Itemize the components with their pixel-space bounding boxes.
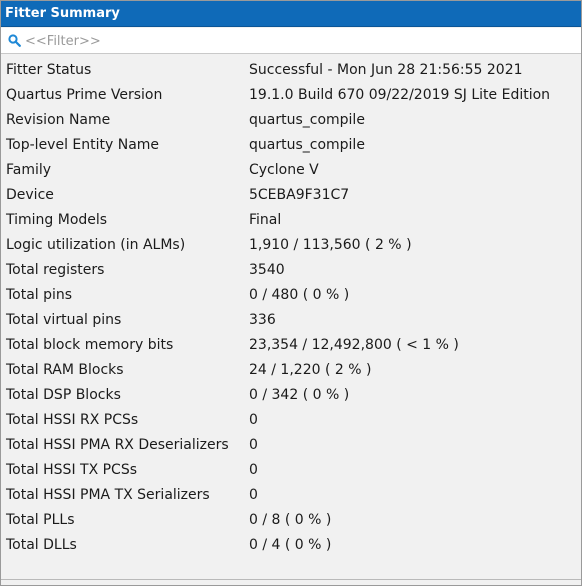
row-label: Total DLLs bbox=[6, 537, 77, 553]
row-value: 0 / 480 ( 0 % ) bbox=[249, 287, 350, 303]
table-row: Revision Name quartus_compile bbox=[1, 108, 581, 133]
row-value: 0 / 342 ( 0 % ) bbox=[249, 387, 350, 403]
search-icon bbox=[8, 34, 21, 47]
table-row: Quartus Prime Version 19.1.0 Build 670 0… bbox=[1, 83, 581, 108]
row-value: 336 bbox=[249, 312, 276, 328]
row-value: 23,354 / 12,492,800 ( < 1 % ) bbox=[249, 337, 459, 353]
table-row: Total DSP Blocks 0 / 342 ( 0 % ) bbox=[1, 383, 581, 408]
row-label: Total HSSI PMA TX Serializers bbox=[6, 487, 210, 503]
table-row: Total HSSI PMA RX Deserializers 0 bbox=[1, 433, 581, 458]
row-label: Fitter Status bbox=[6, 62, 92, 78]
row-value: 0 / 8 ( 0 % ) bbox=[249, 512, 332, 528]
table-row: Total RAM Blocks 24 / 1,220 ( 2 % ) bbox=[1, 358, 581, 383]
row-label: Revision Name bbox=[6, 112, 111, 128]
table-row: Fitter Status Successful - Mon Jun 28 21… bbox=[1, 58, 581, 83]
filter-bar bbox=[1, 28, 581, 54]
row-label: Total RAM Blocks bbox=[6, 362, 124, 378]
table-row: Timing Models Final bbox=[1, 208, 581, 233]
row-value: 0 / 4 ( 0 % ) bbox=[249, 537, 332, 553]
row-label: Total pins bbox=[6, 287, 73, 303]
table-row: Total PLLs 0 / 8 ( 0 % ) bbox=[1, 508, 581, 533]
row-value: Successful - Mon Jun 28 21:56:55 2021 bbox=[249, 62, 523, 78]
row-value: quartus_compile bbox=[249, 137, 365, 153]
row-label: Total HSSI PMA RX Deserializers bbox=[6, 437, 229, 453]
row-label: Total PLLs bbox=[6, 512, 75, 528]
row-value: 0 bbox=[249, 412, 258, 428]
table-row: Top-level Entity Name quartus_compile bbox=[1, 133, 581, 158]
row-label: Total block memory bits bbox=[6, 337, 174, 353]
summary-table: Fitter Status Successful - Mon Jun 28 21… bbox=[1, 55, 581, 575]
row-value: quartus_compile bbox=[249, 112, 365, 128]
table-row: Total HSSI TX PCSs 0 bbox=[1, 458, 581, 483]
row-value: 3540 bbox=[249, 262, 285, 278]
row-label: Logic utilization (in ALMs) bbox=[6, 237, 186, 253]
row-value: 0 bbox=[249, 437, 258, 453]
row-label: Device bbox=[6, 187, 54, 203]
row-label: Total virtual pins bbox=[6, 312, 122, 328]
table-row: Total virtual pins 336 bbox=[1, 308, 581, 333]
row-label: Total HSSI RX PCSs bbox=[6, 412, 139, 428]
table-row: Total DLLs 0 / 4 ( 0 % ) bbox=[1, 533, 581, 558]
row-label: Total DSP Blocks bbox=[6, 387, 121, 403]
table-row: Total HSSI RX PCSs 0 bbox=[1, 408, 581, 433]
table-row: Logic utilization (in ALMs) 1,910 / 113,… bbox=[1, 233, 581, 258]
row-label: Top-level Entity Name bbox=[6, 137, 160, 153]
row-label: Total registers bbox=[6, 262, 105, 278]
table-row: Family Cyclone V bbox=[1, 158, 581, 183]
table-row: Total HSSI PMA TX Serializers 0 bbox=[1, 483, 581, 508]
row-value: 0 bbox=[249, 487, 258, 503]
table-row: Device 5CEBA9F31C7 bbox=[1, 183, 581, 208]
row-value: 1,910 / 113,560 ( 2 % ) bbox=[249, 237, 412, 253]
row-label: Timing Models bbox=[6, 212, 108, 228]
row-label: Quartus Prime Version bbox=[6, 87, 163, 103]
fitter-summary-panel: Fitter Summary Fitter Status Successful … bbox=[0, 0, 582, 586]
table-row: Total block memory bits 23,354 / 12,492,… bbox=[1, 333, 581, 358]
row-value: 0 bbox=[249, 462, 258, 478]
panel-title-bar: Fitter Summary bbox=[1, 1, 581, 27]
row-value: Final bbox=[249, 212, 282, 228]
row-label: Total HSSI TX PCSs bbox=[6, 462, 138, 478]
panel-bottom-divider bbox=[1, 579, 581, 580]
table-row: Total registers 3540 bbox=[1, 258, 581, 283]
row-label: Family bbox=[6, 162, 52, 178]
table-row: Total pins 0 / 480 ( 0 % ) bbox=[1, 283, 581, 308]
row-value: Cyclone V bbox=[249, 162, 319, 178]
filter-input[interactable] bbox=[25, 31, 565, 51]
row-value: 24 / 1,220 ( 2 % ) bbox=[249, 362, 372, 378]
row-value: 19.1.0 Build 670 09/22/2019 SJ Lite Edit… bbox=[249, 87, 551, 103]
row-value: 5CEBA9F31C7 bbox=[249, 187, 350, 203]
panel-title: Fitter Summary bbox=[5, 6, 120, 21]
